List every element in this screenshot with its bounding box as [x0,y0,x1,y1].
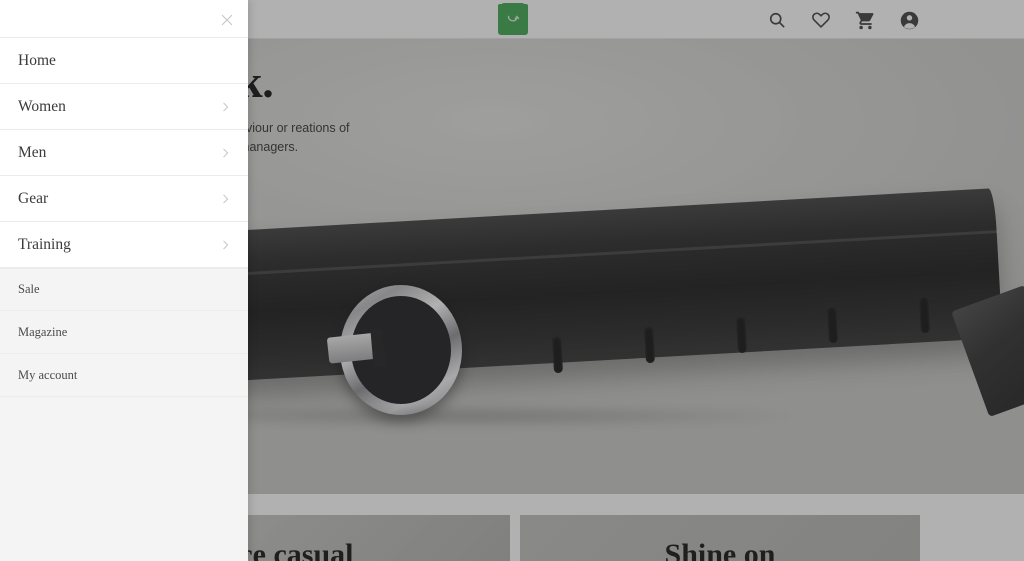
menu-item-label: Magazine [18,324,68,339]
chevron-right-icon [219,146,232,159]
menu-header [0,0,248,38]
menu-item-label: Gear [18,189,49,207]
menu-item-label: My account [18,367,78,382]
chevron-right-icon [219,238,232,251]
chevron-right-icon [219,192,232,205]
menu-item-label: Men [18,143,47,161]
menu-primary-section: Home Women Men Gear Training [0,38,248,268]
menu-item-my-account[interactable]: My account [0,354,248,397]
menu-secondary-section: Sale Magazine My account [0,268,248,397]
menu-empty-space [0,397,248,561]
menu-item-home[interactable]: Home [0,38,248,84]
menu-item-label: Sale [18,282,40,297]
menu-item-magazine[interactable]: Magazine [0,311,248,354]
menu-item-training[interactable]: Training [0,222,248,268]
menu-item-women[interactable]: Women [0,84,248,130]
close-menu-icon[interactable] [216,9,238,31]
menu-item-label: Training [18,235,71,253]
menu-item-gear[interactable]: Gear [0,176,248,222]
chevron-right-icon [219,100,232,113]
slide-out-menu: Home Women Men Gear Training Sale Magazi… [0,0,248,561]
menu-item-label: Women [18,97,66,115]
menu-item-sale[interactable]: Sale [0,268,248,311]
menu-item-label: Home [18,51,56,69]
page-root: the walk. the prevailing style in behavi… [0,0,1024,561]
menu-item-men[interactable]: Men [0,130,248,176]
